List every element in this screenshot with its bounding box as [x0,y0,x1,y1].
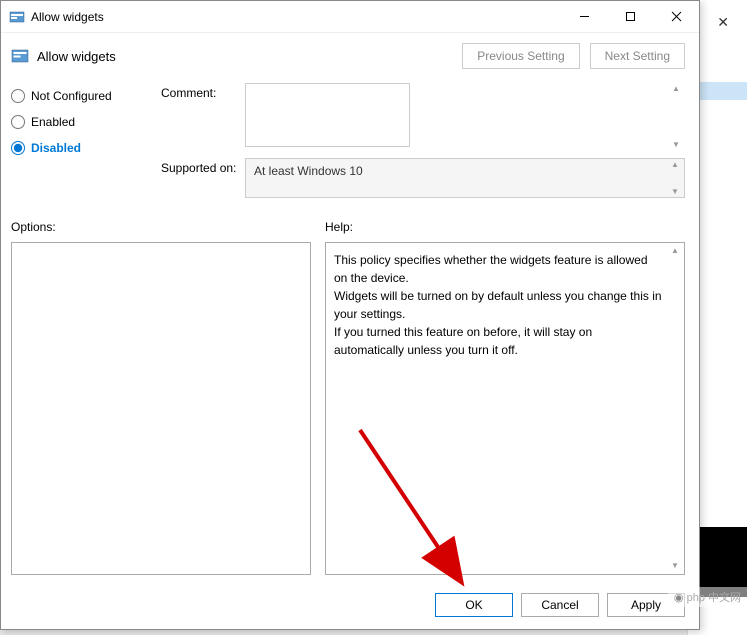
policy-title: Allow widgets [37,49,462,64]
supported-on-box: At least Windows 10 ▲▼ [245,158,685,198]
watermark: ◉ php 中文网 [668,587,747,607]
policy-icon [11,47,29,65]
titlebar: Allow widgets [1,1,699,33]
radio-disabled-label: Disabled [31,141,81,155]
header-row: Allow widgets Previous Setting Next Sett… [1,33,699,75]
radio-not-configured[interactable]: Not Configured [11,89,141,103]
help-column: Help: This policy specifies whether the … [325,216,685,575]
lower-area: Options: Help: This policy specifies whe… [1,210,699,585]
comment-label: Comment: [161,83,245,100]
radio-enabled-input[interactable] [11,115,25,129]
help-text: This policy specifies whether the widget… [334,251,676,359]
help-scrollbar[interactable]: ▲▼ [668,245,682,572]
dialog-footer: OK Cancel Apply [1,585,699,629]
state-radio-group: Not Configured Enabled Disabled [11,83,141,206]
supported-scrollbar[interactable]: ▲▼ [668,160,682,196]
next-setting-button[interactable]: Next Setting [590,43,685,69]
ok-button[interactable]: OK [435,593,513,617]
comment-textarea[interactable] [245,83,410,147]
minimize-button[interactable] [561,1,607,32]
supported-on-value: At least Windows 10 [254,164,363,178]
right-config: Comment: ▲▼ Supported on: At least Windo… [161,83,685,206]
radio-not-configured-label: Not Configured [31,89,112,103]
window-title: Allow widgets [31,10,561,24]
policy-dialog: Allow widgets Allow widgets Previous Set… [0,0,700,630]
supported-label: Supported on: [161,158,245,175]
app-icon [9,9,25,25]
radio-enabled-label: Enabled [31,115,75,129]
cancel-button[interactable]: Cancel [521,593,599,617]
bg-selection-bar [700,82,747,100]
options-column: Options: [11,216,311,575]
window-controls [561,1,699,32]
help-panel: This policy specifies whether the widget… [325,242,685,575]
radio-disabled[interactable]: Disabled [11,141,141,155]
maximize-button[interactable] [607,1,653,32]
close-button[interactable] [653,1,699,32]
previous-setting-button[interactable]: Previous Setting [462,43,579,69]
options-panel [11,242,311,575]
radio-not-configured-input[interactable] [11,89,25,103]
radio-enabled[interactable]: Enabled [11,115,141,129]
bg-close-icon[interactable]: ✕ [717,14,729,31]
comment-scrollbar[interactable]: ▲▼ [669,84,683,149]
help-label: Help: [325,216,685,234]
radio-disabled-input[interactable] [11,141,25,155]
options-label: Options: [11,216,311,234]
config-area: Not Configured Enabled Disabled Comment:… [1,75,699,210]
